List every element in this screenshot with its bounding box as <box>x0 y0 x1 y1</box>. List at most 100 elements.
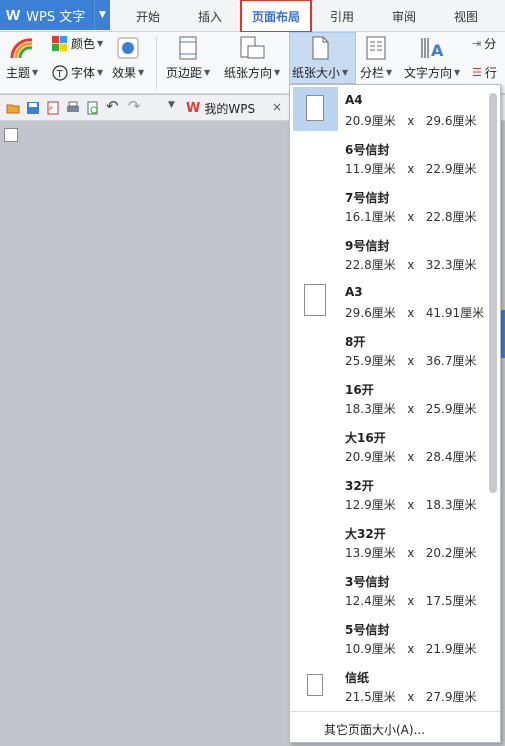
paper-size-item[interactable]: 大16开 20.9厘米 x 28.4厘米 <box>290 421 490 469</box>
redo-icon[interactable]: ↷ <box>128 97 142 115</box>
print-preview-icon[interactable] <box>86 101 100 115</box>
font-label: 字体 <box>71 66 96 80</box>
paper-size-name: A4 <box>345 93 363 107</box>
paper-size-label: 纸张大小 <box>292 66 341 80</box>
save-icon[interactable] <box>26 101 40 115</box>
tab-start[interactable]: 开始 <box>118 0 178 32</box>
chevron-down-icon: ▼ <box>97 68 104 77</box>
paper-size-dimensions: 29.6厘米 x 41.91厘米 <box>345 306 485 320</box>
effect-icon <box>117 37 139 59</box>
paper-size-item[interactable]: 9号信封 22.8厘米 x 32.3厘米 <box>290 229 490 277</box>
columns-label: 分栏 <box>360 66 385 80</box>
text-direction-button[interactable]: A 文字方向 ▼ <box>404 36 460 81</box>
paper-size-dimensions: 20.9厘米 x 28.4厘米 <box>345 450 477 464</box>
effect-label: 效果 <box>112 66 137 80</box>
document-tab[interactable]: W 我的WPS <box>186 95 255 121</box>
page-margin-icon <box>179 36 197 60</box>
margin-button[interactable]: 页边距 ▼ <box>166 36 210 81</box>
tab-insert[interactable]: 插入 <box>180 0 240 32</box>
chevron-down-icon: ▼ <box>138 68 145 77</box>
menu-tab-bar: W WPS 文字 ▼ 开始 插入 页面布局 引用 审阅 视图 <box>0 0 505 33</box>
margin-label: 页边距 <box>166 66 203 80</box>
line-number-button[interactable]: ☰ 行 <box>472 64 497 81</box>
columns-button[interactable]: 分栏 ▼ <box>360 36 392 81</box>
theme-label: 主题 <box>6 66 31 80</box>
paper-size-dimensions: 13.9厘米 x 20.2厘米 <box>345 546 477 560</box>
paper-size-item[interactable]: 6号信封 11.9厘米 x 22.9厘米 <box>290 133 490 181</box>
paper-size-name: 大16开 <box>345 431 386 445</box>
chevron-down-icon: ▼ <box>342 68 349 77</box>
text-direction-icon: A <box>421 38 444 60</box>
break-label: 分 <box>484 37 497 51</box>
close-tab-icon[interactable]: × <box>272 100 282 114</box>
more-paper-sizes-button[interactable]: 其它页面大小(A)... <box>324 721 425 738</box>
paper-size-name: A3 <box>345 285 363 299</box>
color-button[interactable]: 颜色 ▼ <box>52 35 103 52</box>
paper-size-name: 3号信封 <box>345 575 390 589</box>
paper-size-item-letter[interactable]: 信纸 21.5厘米 x 27.9厘米 <box>290 661 490 709</box>
wps-logo-icon: W <box>6 6 21 24</box>
paper-size-item-a3[interactable]: A3 29.6厘米 x 41.91厘米 <box>290 277 490 325</box>
paper-size-name: 9号信封 <box>345 239 390 253</box>
theme-button[interactable]: 主题 ▼ <box>6 36 38 81</box>
paper-size-name: 6号信封 <box>345 143 390 157</box>
font-button[interactable]: T 字体 ▼ <box>52 64 103 81</box>
paper-size-name: 信纸 <box>345 671 370 685</box>
paper-size-button[interactable]: 纸张大小 ▼ <box>292 36 348 81</box>
columns-icon <box>366 36 386 60</box>
tab-page-layout[interactable]: 页面布局 <box>240 0 312 33</box>
document-tab-label: 我的WPS <box>204 101 256 116</box>
paper-size-item[interactable]: 7号信封 16.1厘米 x 22.8厘米 <box>290 181 490 229</box>
orientation-button[interactable]: 纸张方向 ▼ <box>224 36 280 81</box>
tab-review[interactable]: 审阅 <box>374 0 434 32</box>
chevron-down-icon: ▼ <box>97 39 104 48</box>
effect-button[interactable]: 效果 ▼ <box>112 36 144 81</box>
paper-size-item[interactable]: 32开 12.9厘米 x 18.3厘米 <box>290 469 490 517</box>
paper-size-icon <box>312 36 329 60</box>
paper-size-dimensions: 10.9厘米 x 21.9厘米 <box>345 642 477 656</box>
paper-thumbnail-icon <box>304 284 326 316</box>
dropdown-divider <box>290 711 500 712</box>
chevron-down-icon[interactable]: ▼ <box>94 0 110 30</box>
break-button[interactable]: ⇥ 分 <box>472 35 496 52</box>
tab-references[interactable]: 引用 <box>312 0 372 32</box>
paper-thumbnail-icon <box>307 674 323 696</box>
paper-size-dimensions: 21.5厘米 x 27.9厘米 <box>345 690 477 704</box>
paper-size-item-a4[interactable]: A4 20.9厘米 x 29.6厘米 <box>290 85 490 133</box>
theme-icon <box>10 38 33 59</box>
paper-size-item[interactable]: 16开 18.3厘米 x 25.9厘米 <box>290 373 490 421</box>
paper-size-dimensions: 20.9厘米 x 29.6厘米 <box>345 114 477 128</box>
dropdown-scrollbar[interactable] <box>489 93 497 493</box>
line-number-icon: ☰ <box>472 66 482 79</box>
print-icon[interactable] <box>66 101 80 115</box>
paper-size-item[interactable]: 8开 25.9厘米 x 36.7厘米 <box>290 325 490 373</box>
paper-size-dimensions: 12.4厘米 x 17.5厘米 <box>345 594 477 608</box>
paper-size-dimensions: 18.3厘米 x 25.9厘米 <box>345 402 477 416</box>
line-number-label: 行 <box>484 66 497 80</box>
text-direction-label: 文字方向 <box>404 66 453 80</box>
tab-view[interactable]: 视图 <box>436 0 496 32</box>
orientation-label: 纸张方向 <box>224 66 273 80</box>
paper-size-name: 8开 <box>345 335 366 349</box>
paper-size-name: 大32开 <box>345 527 386 541</box>
paper-size-item[interactable]: 大32开 13.9厘米 x 20.2厘米 <box>290 517 490 565</box>
svg-text:P: P <box>49 106 53 113</box>
chevron-down-icon: ▼ <box>386 68 393 77</box>
app-menu-button[interactable]: W WPS 文字 ▼ <box>0 0 110 30</box>
paper-size-dimensions: 16.1厘米 x 22.8厘米 <box>345 210 477 224</box>
font-icon: T <box>52 64 68 81</box>
paper-size-dimensions: 12.9厘米 x 18.3厘米 <box>345 498 477 512</box>
paper-size-name: 7号信封 <box>345 191 390 205</box>
paper-size-dimensions: 25.9厘米 x 36.7厘米 <box>345 354 477 368</box>
open-folder-icon[interactable] <box>6 101 20 115</box>
paper-size-item[interactable]: 5号信封 10.9厘米 x 21.9厘米 <box>290 613 490 661</box>
svg-text:T: T <box>56 69 64 80</box>
color-palette-icon <box>52 35 67 51</box>
paper-size-name: 5号信封 <box>345 623 390 637</box>
chevron-down-icon: ▼ <box>204 68 211 77</box>
document-edge <box>501 310 505 358</box>
export-pdf-icon[interactable]: P <box>46 101 60 115</box>
customize-toolbar-chevron-icon[interactable]: ▼ <box>168 100 182 114</box>
undo-icon[interactable]: ↶ <box>106 97 120 115</box>
paper-size-item[interactable]: 3号信封 12.4厘米 x 17.5厘米 <box>290 565 490 613</box>
